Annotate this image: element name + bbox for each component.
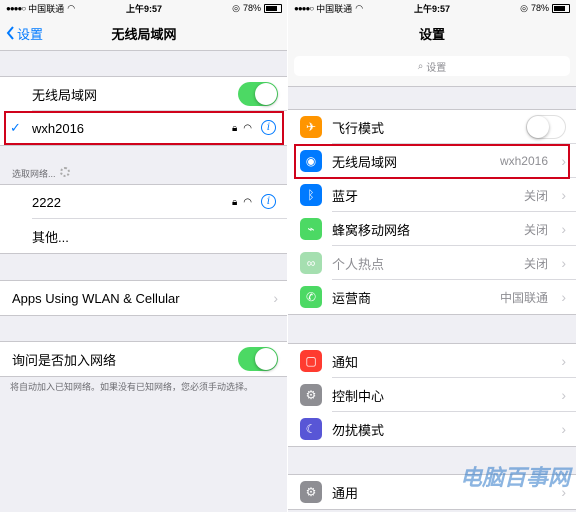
chevron-right-icon: › [561, 353, 566, 369]
chevron-right-icon: › [561, 221, 566, 237]
cellular-icon: ⌁ [300, 218, 322, 240]
highlight-box [294, 144, 570, 179]
wlan-toggle-row: 无线局域网 [0, 77, 288, 111]
chevron-left-icon [6, 26, 14, 40]
bluetooth-icon: ᛒ [300, 184, 322, 206]
battery-icon [552, 3, 570, 13]
ask-join-group: 询问是否加入网络 [0, 341, 288, 377]
settings-row[interactable]: ⌁ 蜂窝移动网络 关闭 › [288, 212, 576, 246]
ask-join-row: 询问是否加入网络 [0, 342, 288, 376]
nav-bar: 设置 无线局域网 [0, 16, 288, 51]
settings-row-label: 勿扰模式 [332, 422, 385, 438]
chevron-right-icon: › [561, 421, 566, 437]
clock: 上午9:57 [413, 3, 450, 14]
highlight-box [4, 111, 284, 145]
settings-row-label: 通用 [332, 485, 359, 501]
wifi-status-icon: ◠ [67, 2, 76, 13]
orientation-lock-icon: ◎ [520, 2, 528, 13]
battery-percent: 78% [242, 3, 261, 13]
chevron-right-icon: › [561, 289, 566, 305]
watermark: 电脑百事网 [459, 465, 570, 490]
ask-join-toggle[interactable] [238, 347, 278, 371]
chevron-right-icon: › [561, 387, 566, 403]
clock: 上午9:57 [125, 3, 162, 14]
settings-row[interactable]: ᛒ 蓝牙 关闭 › [288, 178, 576, 212]
airplane-icon: ✈ [300, 116, 322, 138]
choose-network-label: 选取网络... [12, 167, 70, 180]
settings-row-value: 关闭 [523, 222, 548, 237]
status-bar: ●●●●○ 中国联通 ◠ 上午9:57 ◎ 78% [0, 0, 288, 16]
carrier-label: 中国联通 [316, 3, 353, 14]
signal-icon: ●●●●○ [294, 3, 314, 13]
apps-using-wlan-row[interactable]: Apps Using WLAN & Cellular › [0, 281, 288, 315]
settings-row[interactable]: ☾ 勿扰模式 › [288, 412, 576, 446]
settings-row-label: 通知 [332, 354, 359, 370]
settings-row-label: 蜂窝移动网络 [332, 222, 411, 238]
other-network-row[interactable]: 其他... [0, 219, 288, 253]
orientation-lock-icon: ◎ [232, 2, 240, 13]
network-row[interactable]: 2222 🔒︎ ◠ i [0, 185, 288, 219]
page-title: 无线局域网 [111, 26, 177, 42]
loading-spinner-icon [59, 167, 70, 177]
notification-icon: ▢ [300, 350, 322, 372]
status-bar: ●●●●○ 中国联通 ◠ 上午9:57 ◎ 78% [288, 0, 576, 16]
settings-row-label: 控制中心 [332, 388, 385, 404]
battery-percent: 78% [530, 3, 549, 13]
settings-row-label: 飞行模式 [332, 120, 385, 136]
wifi-status-icon: ◠ [355, 2, 364, 13]
phone-icon: ✆ [300, 286, 322, 308]
search-input[interactable]: ⌕ 设置 [294, 56, 570, 76]
network-name: 2222 [32, 194, 61, 210]
nav-bar: 设置 [288, 16, 576, 50]
control-center-icon: ⚙ [300, 384, 322, 406]
back-label: 设置 [17, 26, 44, 42]
settings-row[interactable]: ✈ 飞行模式 [288, 110, 576, 144]
lock-icon: 🔒︎ [231, 196, 238, 208]
settings-row-label: 蓝牙 [332, 188, 359, 204]
airplane-mode-toggle[interactable] [526, 115, 566, 139]
page-title: 设置 [418, 26, 445, 42]
settings-row[interactable]: ▢ 通知 › [288, 344, 576, 378]
settings-row[interactable]: ⚙ 控制中心 › [288, 378, 576, 412]
ask-join-label: 询问是否加入网络 [12, 352, 117, 368]
settings-row[interactable]: ∞ 个人热点 关闭 › [288, 246, 576, 280]
search-placeholder: 设置 [426, 62, 447, 74]
wlan-settings-screen: ●●●●○ 中国联通 ◠ 上午9:57 ◎ 78% 设置 无线局域网 无线局域网… [0, 0, 288, 512]
other-network-label: 其他... [32, 229, 69, 245]
connectivity-group: ✈ 飞行模式 ◉ 无线局域网 wxh2016 › ᛒ 蓝牙 关闭 › ⌁ 蜂窝移… [288, 109, 576, 315]
info-button[interactable]: i [261, 194, 276, 209]
settings-row-value: 中国联通 [499, 290, 548, 305]
settings-row-value: 关闭 [523, 256, 548, 271]
ask-join-note: 将自动加入已知网络。如果没有已知网络，您必须手动选择。 [10, 382, 254, 392]
settings-row[interactable]: ✆ 运营商 中国联通 › [288, 280, 576, 314]
wlan-label: 无线局域网 [32, 87, 98, 103]
moon-icon: ☾ [300, 418, 322, 440]
settings-screen: ●●●●○ 中国联通 ◠ 上午9:57 ◎ 78% 设置 ⌕ 设置 ✈ 飞行模式… [288, 0, 576, 512]
carrier-label: 中国联通 [28, 3, 65, 14]
signal-icon: ●●●●○ [6, 3, 26, 13]
back-button[interactable]: 设置 [6, 16, 43, 50]
system-group: ▢ 通知 › ⚙ 控制中心 › ☾ 勿扰模式 › [288, 343, 576, 447]
hotspot-icon: ∞ [300, 252, 322, 274]
networks-group: 2222 🔒︎ ◠ i 其他... [0, 184, 288, 254]
apps-group: Apps Using WLAN & Cellular › [0, 280, 288, 316]
wifi-signal-icon: ◠ [243, 196, 252, 208]
wlan-toggle[interactable] [238, 82, 278, 106]
search-icon: ⌕ [417, 60, 424, 72]
apps-using-wlan-label: Apps Using WLAN & Cellular [12, 290, 180, 306]
settings-row-value: 关闭 [523, 188, 548, 203]
chevron-right-icon: › [273, 290, 278, 306]
chevron-right-icon: › [561, 255, 566, 271]
gear-icon: ⚙ [300, 481, 322, 503]
settings-row-label: 个人热点 [332, 256, 385, 272]
battery-icon [264, 3, 282, 13]
settings-row-label: 运营商 [332, 290, 372, 306]
chevron-right-icon: › [561, 187, 566, 203]
